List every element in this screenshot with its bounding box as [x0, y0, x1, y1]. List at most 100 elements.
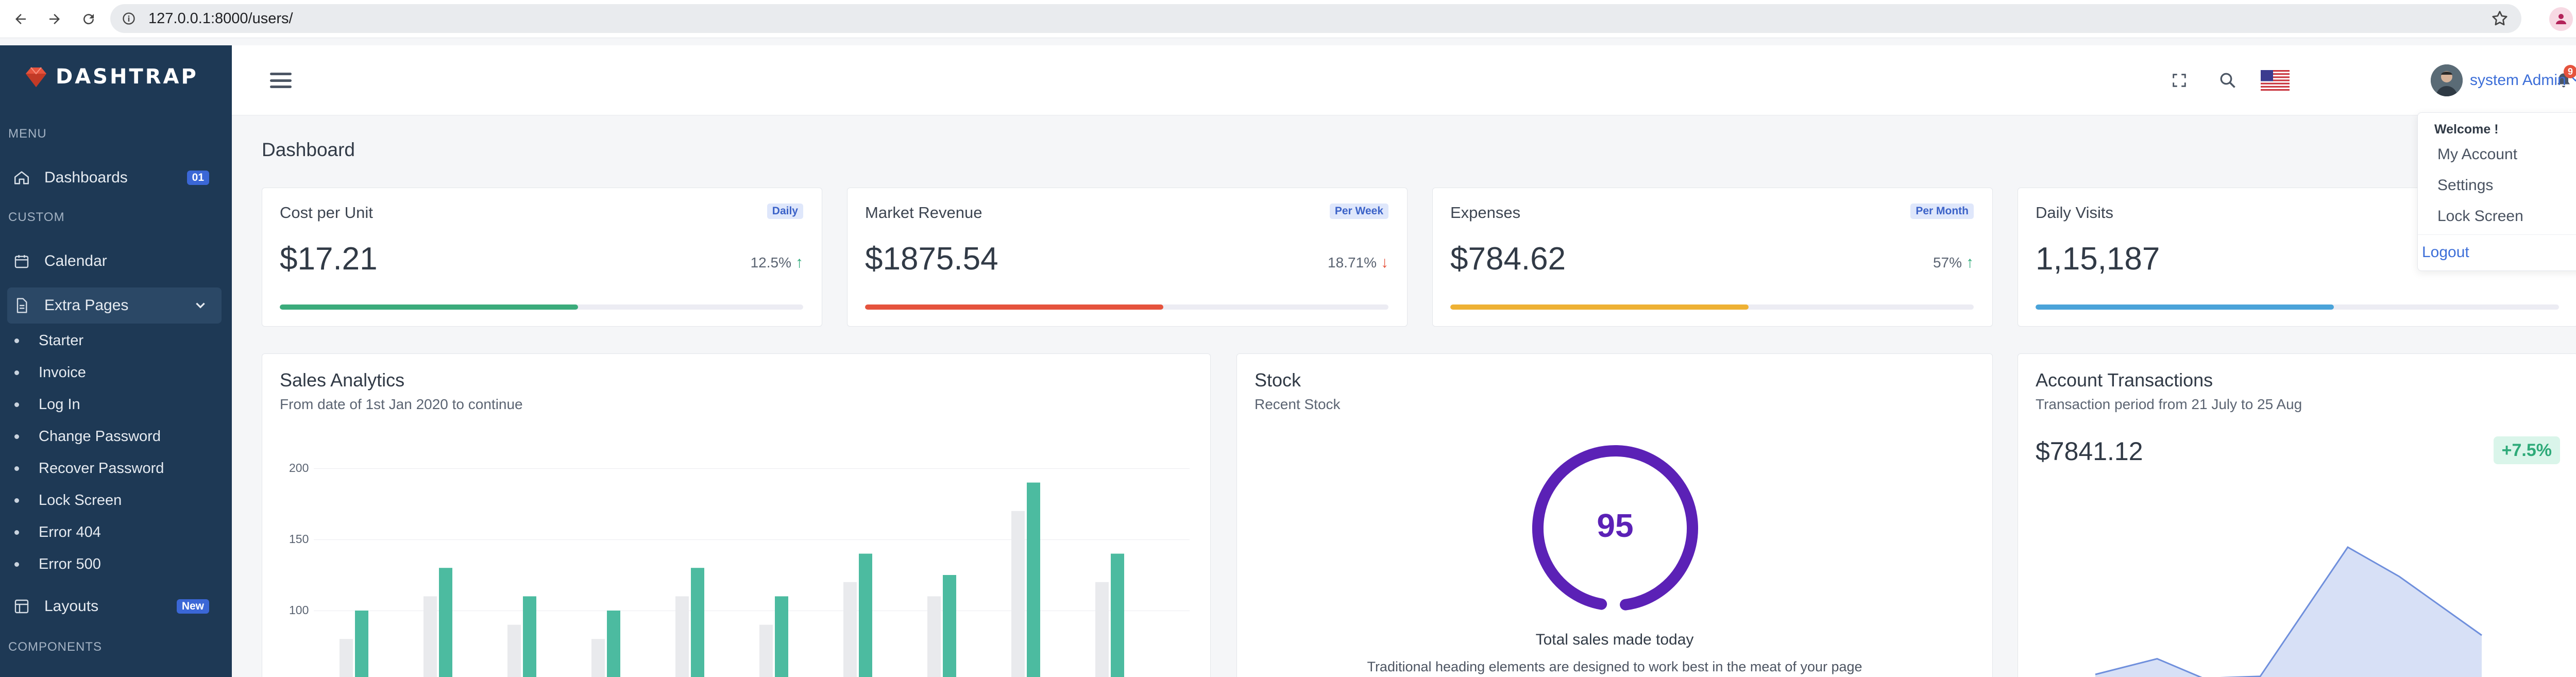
- bar-series-1: [591, 639, 605, 677]
- sidebar-item-label: Extra Pages: [44, 297, 129, 314]
- stat-label: Cost per Unit: [280, 204, 373, 222]
- card-subtitle: From date of 1st Jan 2020 to continue: [280, 396, 523, 412]
- bullet: [14, 338, 19, 343]
- sidebar-item-layouts[interactable]: Layouts New: [7, 588, 222, 624]
- submenu-item-error-404[interactable]: Error 404: [14, 519, 101, 545]
- file-icon: [11, 295, 32, 316]
- progress-track: [865, 304, 1388, 310]
- progress-fill: [1450, 304, 1749, 310]
- gridline: [314, 468, 1190, 469]
- gauge-caption: Total sales made today: [1535, 631, 1694, 648]
- bullet: [14, 402, 19, 407]
- card-title: Account Transactions: [2036, 369, 2213, 391]
- bar-series-1: [1095, 582, 1109, 677]
- bullet: [14, 434, 19, 439]
- bar-series-1: [1011, 511, 1025, 677]
- sidebar-item-label: Dashboards: [44, 169, 128, 186]
- period-badge: Per Week: [1329, 204, 1388, 219]
- bar-series-1: [340, 639, 353, 677]
- browser-profile-icon[interactable]: [2549, 7, 2573, 31]
- submenu-item-lock-screen[interactable]: Lock Screen: [14, 487, 122, 513]
- forward-icon[interactable]: [43, 8, 66, 30]
- sidebar-item-label: Calendar: [44, 252, 107, 269]
- submenu-item-change-password[interactable]: Change Password: [14, 424, 161, 449]
- progress-track: [1450, 304, 1974, 310]
- bar-series-2: [355, 611, 368, 677]
- chevron-down-icon: [194, 299, 207, 315]
- submenu-label: Error 404: [39, 523, 101, 540]
- submenu-label: Error 500: [39, 555, 101, 572]
- submenu-item-invoice[interactable]: Invoice: [14, 360, 86, 385]
- stat-card-market-revenue: Market Revenue Per Week $1875.54 18.71% ↓: [847, 188, 1408, 327]
- bar-series-2: [607, 611, 620, 677]
- url-text: 127.0.0.1:8000/users/: [148, 10, 293, 27]
- submenu-item-log-in[interactable]: Log In: [14, 392, 80, 417]
- menu-item-my-account[interactable]: My Account: [2437, 146, 2517, 163]
- bar-series-2: [1027, 482, 1040, 677]
- change-badge: +7.5%: [2493, 436, 2560, 464]
- card-title: Stock: [1255, 369, 1301, 391]
- sidebar: DASHTRAP MENU Dashboards 01 CUSTOM Calen…: [0, 45, 232, 677]
- site-info-icon[interactable]: [121, 10, 137, 27]
- menu-section-title: MENU: [8, 127, 47, 141]
- submenu-item-error-500[interactable]: Error 500: [14, 551, 101, 577]
- arrow-up-icon: ↑: [1966, 254, 1974, 271]
- period-badge: Daily: [767, 204, 803, 219]
- bar-series-2: [439, 568, 452, 677]
- bar-series-2: [1111, 553, 1124, 677]
- bar-series-1: [759, 624, 773, 677]
- submenu-label: Starter: [39, 332, 84, 349]
- submenu-label: Log In: [39, 396, 80, 413]
- card-subtitle: Recent Stock: [1255, 396, 1341, 412]
- stat-card-cost-per-unit: Cost per Unit Daily $17.21 12.5% ↑: [262, 188, 822, 327]
- bookmark-star-icon[interactable]: [2490, 9, 2509, 28]
- hamburger-menu-icon[interactable]: [270, 70, 292, 91]
- bar-series-1: [423, 596, 437, 677]
- bar-series-1: [675, 596, 689, 677]
- bar-series-2: [775, 596, 788, 677]
- stat-label: Daily Visits: [2036, 204, 2114, 222]
- logout-link[interactable]: Logout: [2422, 244, 2469, 261]
- stat-card-expenses: Expenses Per Month $784.62 57% ↑: [1432, 188, 1993, 327]
- submenu-item-starter[interactable]: Starter: [14, 328, 83, 353]
- reload-icon[interactable]: [77, 8, 100, 30]
- bullet: [14, 530, 19, 535]
- home-icon: [11, 167, 32, 188]
- bar-series-1: [927, 596, 941, 677]
- submenu-item-recover-password[interactable]: Recover Password: [14, 455, 164, 481]
- sidebar-item-dashboards[interactable]: Dashboards 01: [7, 160, 222, 196]
- y-tick-label: 100: [289, 603, 309, 617]
- us-flag-icon[interactable]: [2260, 68, 2291, 93]
- sidebar-item-extra-pages[interactable]: Extra Pages: [7, 287, 222, 324]
- gem-logo-icon: [26, 67, 46, 87]
- bullet: [14, 466, 19, 471]
- menu-item-lock-screen[interactable]: Lock Screen: [2437, 208, 2523, 225]
- stat-change: 18.71% ↓: [1328, 254, 1388, 272]
- search-icon[interactable]: [2215, 68, 2240, 93]
- submenu-label: Recover Password: [39, 460, 164, 477]
- change-percent: 18.71%: [1328, 255, 1377, 270]
- components-section-title: COMPONENTS: [8, 640, 103, 654]
- change-percent: 57%: [1933, 255, 1962, 270]
- user-menu-toggle[interactable]: system Admin: [2431, 63, 2576, 98]
- address-bar[interactable]: 127.0.0.1:8000/users/: [110, 4, 2521, 33]
- fullscreen-icon[interactable]: [2167, 68, 2192, 93]
- account-transactions-card: Account Transactions Transaction period …: [2018, 353, 2576, 677]
- count-badge: 01: [187, 171, 209, 185]
- sidebar-item-label: Layouts: [44, 598, 99, 615]
- stat-label: Market Revenue: [865, 204, 982, 222]
- new-badge: New: [176, 599, 209, 614]
- divider: [2418, 234, 2576, 235]
- gridline: [314, 539, 1190, 540]
- stat-change: 57% ↑: [1933, 254, 1974, 272]
- bar-series-1: [843, 582, 857, 677]
- logo[interactable]: DASHTRAP: [24, 65, 198, 89]
- bullet: [14, 370, 19, 375]
- stat-label: Expenses: [1450, 204, 1521, 222]
- card-subtitle: Transaction period from 21 July to 25 Au…: [2036, 396, 2302, 412]
- back-icon[interactable]: [9, 8, 32, 30]
- progress-fill: [2036, 304, 2334, 310]
- progress-fill: [865, 304, 1164, 310]
- menu-item-settings[interactable]: Settings: [2437, 177, 2493, 194]
- sidebar-item-calendar[interactable]: Calendar: [7, 243, 222, 279]
